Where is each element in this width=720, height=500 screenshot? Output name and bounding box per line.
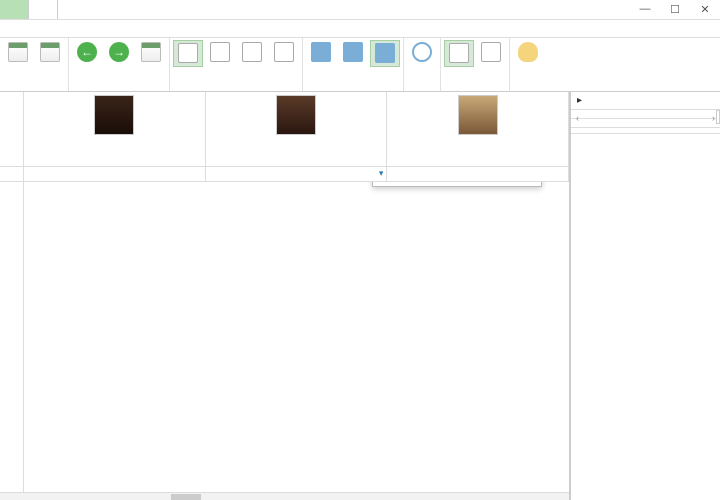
avatar [94,95,134,135]
prev-month-icon[interactable]: ‹ [576,113,579,123]
timeline-view-button[interactable] [269,40,299,65]
day-view-button[interactable] [173,40,203,67]
h-scrollbar[interactable] [0,492,569,500]
working-hours-icon [449,43,469,63]
group-resource-icon [375,43,395,63]
reminders-button[interactable] [513,40,543,65]
goto-today-icon [141,42,161,62]
avatar [276,95,316,135]
forward-button[interactable]: → [104,40,134,65]
title-tab-calendar-tools[interactable] [29,0,58,19]
title-tab-demo[interactable] [0,0,29,19]
resource-headers [0,92,569,166]
day-view-icon [178,43,198,63]
snap-cells-button[interactable] [476,40,506,65]
arrow-left-icon: ← [77,42,97,62]
options-header[interactable]: ▸ [571,92,720,110]
appointment-tooltip [372,182,542,187]
options-side-tab[interactable] [716,110,720,124]
scheduler: ▾ [0,92,570,500]
time-scales-button[interactable] [407,40,437,65]
backward-button[interactable]: ← [72,40,102,65]
clock-icon [412,42,432,62]
group-date-icon [343,42,363,62]
group-resource-button[interactable] [370,40,400,67]
patients-list[interactable] [571,134,720,500]
time-grid[interactable] [0,182,569,492]
group-date-button[interactable] [338,40,368,65]
date-header: ▾ [0,166,569,182]
main: ▾ ▸ ‹ › [0,92,720,500]
new-appointment-button[interactable] [3,40,33,65]
date-cell-1[interactable]: ▾ [206,167,388,181]
calendar-icon [8,42,28,62]
ribbon-tabs [0,20,720,38]
week-view-button[interactable] [237,40,267,65]
new-recurring-button[interactable] [35,40,65,65]
chevron-down-icon[interactable]: ▾ [379,168,384,179]
mini-calendar: ‹ › [571,110,720,119]
workweek-view-button[interactable] [205,40,235,65]
hour-gutter [0,182,24,492]
doctors-section [571,119,720,128]
maximize-icon[interactable]: ☐ [660,3,690,16]
resource-col-1 [206,92,388,166]
group-none-icon [311,42,331,62]
date-cell-2[interactable] [387,167,569,181]
goto-today-button[interactable] [136,40,166,65]
date-cell-0[interactable] [24,167,206,181]
ribbon: ← → [0,38,720,92]
right-panel: ▸ ‹ › [570,92,720,500]
next-month-icon[interactable]: › [712,113,715,123]
snap-icon [481,42,501,62]
group-none-button[interactable] [306,40,336,65]
bell-icon [518,42,538,62]
arrow-right-icon: → [109,42,129,62]
calendar-recurring-icon [40,42,60,62]
avatar [458,95,498,135]
resource-col-2 [387,92,569,166]
working-hours-button[interactable] [444,40,474,67]
minimize-icon[interactable]: — [630,3,660,16]
week-icon [242,42,262,62]
resource-col-0 [24,92,206,166]
workweek-icon [210,42,230,62]
close-icon[interactable]: ✕ [690,3,720,16]
timeline-icon [274,42,294,62]
titlebar: — ☐ ✕ [0,0,720,20]
